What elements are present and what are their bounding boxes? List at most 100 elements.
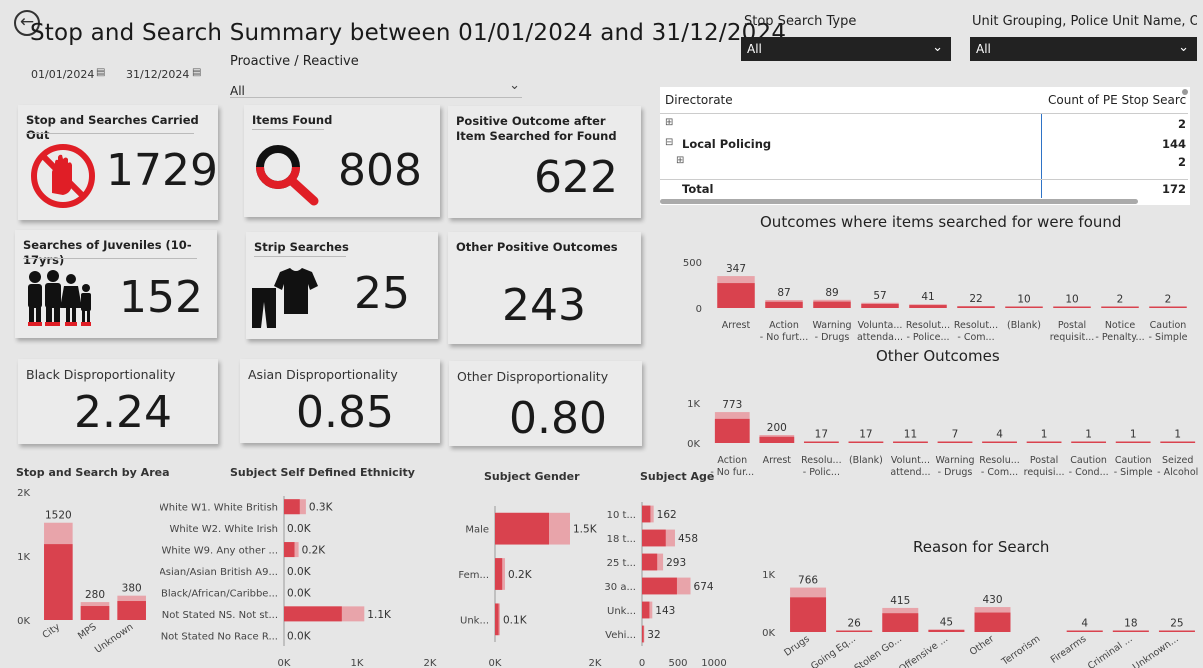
- table-row[interactable]: ⊞ 2: [660, 117, 1188, 135]
- bar[interactable]: [642, 625, 644, 643]
- data-label: 293: [666, 557, 686, 569]
- category-label: Male: [465, 525, 489, 536]
- category-label: Resolu...: [979, 455, 1020, 466]
- age-chart[interactable]: 10 t... 162 18 t... 458 25 t... 293 30 a... 674…: [600, 490, 740, 668]
- category-label: Unk...: [460, 615, 489, 626]
- bar[interactable]: [982, 441, 1017, 444]
- bar[interactable]: [1158, 630, 1195, 633]
- unit-filter-dropdown[interactable]: All ⌄: [970, 37, 1197, 61]
- other-outcomes-chart[interactable]: 1K0K773Action- No fur...200Arrest17Resol…: [660, 378, 1200, 484]
- data-label: 4: [996, 429, 1003, 441]
- horizontal-scrollbar[interactable]: [660, 199, 1138, 204]
- x-tick-label: 2K: [424, 658, 437, 668]
- bar[interactable]: [284, 606, 342, 622]
- bar[interactable]: [1160, 441, 1196, 444]
- kpi-value: 0.85: [296, 387, 394, 438]
- category-label: Stolen Go...: [852, 633, 904, 668]
- collapse-icon[interactable]: ⊟: [665, 137, 673, 148]
- bar[interactable]: [80, 606, 110, 620]
- kpi-label: Positive Outcome after Item Searched for…: [456, 114, 617, 143]
- bar[interactable]: [957, 306, 995, 308]
- bar[interactable]: [909, 305, 947, 308]
- data-label: 143: [655, 605, 675, 617]
- bar[interactable]: [836, 630, 873, 633]
- bar[interactable]: [1115, 441, 1151, 444]
- bar[interactable]: [803, 441, 839, 444]
- bar[interactable]: [1053, 306, 1091, 309]
- bar[interactable]: [765, 301, 803, 308]
- category-label: White W1. White British: [160, 503, 278, 514]
- outcomes-items-found-chart[interactable]: 500 0 347 Arrest 87 Action- No furt... 89 Warni…: [660, 240, 1200, 350]
- bar[interactable]: [1112, 630, 1149, 633]
- bar[interactable]: [284, 542, 295, 558]
- calendar-icon[interactable]: ▤: [96, 67, 105, 78]
- bar[interactable]: [759, 436, 795, 443]
- bar[interactable]: [642, 505, 651, 523]
- bar[interactable]: [1101, 306, 1139, 309]
- bar[interactable]: [1066, 630, 1103, 633]
- category-label: Volunt...: [891, 455, 930, 466]
- data-label: 10: [1065, 294, 1078, 306]
- ethnicity-chart[interactable]: White W1. White British 0.3K White W2. Whi…: [160, 490, 450, 668]
- expand-icon[interactable]: ⊞: [665, 117, 673, 128]
- proactive-filter-dropdown[interactable]: All ⌄: [230, 78, 522, 98]
- table-header-count[interactable]: Count of PE Stop Search I: [1048, 93, 1186, 107]
- bar[interactable]: [642, 553, 658, 571]
- proactive-filter-value: All: [230, 84, 245, 98]
- bar[interactable]: [44, 544, 73, 620]
- bar[interactable]: [937, 441, 973, 444]
- data-label: 773: [722, 399, 742, 411]
- bar[interactable]: [117, 601, 146, 620]
- bar[interactable]: [714, 418, 750, 443]
- directorate-table[interactable]: Directorate Count of PE Stop Search I ⊞ …: [660, 87, 1190, 205]
- stop-type-dropdown[interactable]: All ⌄: [741, 37, 951, 61]
- kpi-label: Items Found: [252, 113, 333, 127]
- expand-icon[interactable]: ⊞: [676, 155, 684, 166]
- kpi-card-carried-out: Stop and Searches Carried Out 1729: [18, 105, 218, 220]
- kpi-label: Strip Searches: [254, 240, 349, 254]
- data-label: 766: [798, 575, 818, 587]
- kpi-label: Searches of Juveniles (10-17yrs): [23, 238, 192, 267]
- start-date[interactable]: 01/01/2024: [31, 68, 94, 81]
- x-tick-label: 0: [639, 658, 645, 668]
- bar[interactable]: [284, 499, 300, 515]
- bar[interactable]: [813, 301, 851, 308]
- proactive-filter-label: Proactive / Reactive: [230, 54, 359, 69]
- end-date[interactable]: 31/12/2024: [126, 68, 189, 81]
- data-label: 0.0K: [287, 587, 312, 599]
- bar[interactable]: [495, 558, 503, 590]
- bar[interactable]: [893, 441, 928, 444]
- bar[interactable]: [848, 441, 884, 444]
- kpi-card-strip: Strip Searches 25: [246, 232, 438, 339]
- bar[interactable]: [882, 613, 919, 632]
- kpi-card-other-disp: Other Disproportionality 0.80: [449, 361, 642, 446]
- bar[interactable]: [861, 303, 899, 308]
- table-header-directorate[interactable]: Directorate: [665, 93, 733, 107]
- bar[interactable]: [790, 597, 827, 632]
- x-tick-label: 500: [668, 658, 687, 668]
- category-label: - Cond...: [1069, 467, 1109, 478]
- bar[interactable]: [642, 529, 666, 547]
- calendar-icon[interactable]: ▤: [192, 67, 201, 78]
- category-label: Action: [769, 320, 799, 331]
- bar[interactable]: [642, 577, 677, 595]
- bar[interactable]: [495, 603, 499, 636]
- bar[interactable]: [717, 283, 755, 308]
- category-label: - Simple: [1114, 467, 1153, 478]
- bar[interactable]: [928, 629, 965, 632]
- bar[interactable]: [1071, 441, 1107, 444]
- bar[interactable]: [1026, 441, 1062, 444]
- reason-chart[interactable]: 1K 0K 766 Drugs 26 Going Eq... 415 Stolen Go...…: [740, 570, 1203, 668]
- table-row[interactable]: ⊞ 2: [660, 155, 1188, 173]
- chart-title-items-found: Outcomes where items searched for were f…: [760, 213, 1122, 231]
- bar[interactable]: [495, 512, 549, 545]
- category-label: Not Stated No Race R...: [161, 631, 278, 642]
- area-chart[interactable]: 2K 1K 0K 1520 City 280 MPS 380 Unknown: [0, 478, 160, 668]
- bar[interactable]: [1149, 306, 1187, 309]
- gender-chart[interactable]: Male 1.5KFem... 0.2KUnk... 0.1K0K 2K: [455, 490, 605, 668]
- bar[interactable]: [974, 612, 1011, 632]
- bar[interactable]: [642, 601, 650, 619]
- kpi-value: 808: [338, 145, 422, 196]
- table-row[interactable]: ⊟ Local Policing 144: [660, 137, 1188, 155]
- bar[interactable]: [1005, 306, 1043, 309]
